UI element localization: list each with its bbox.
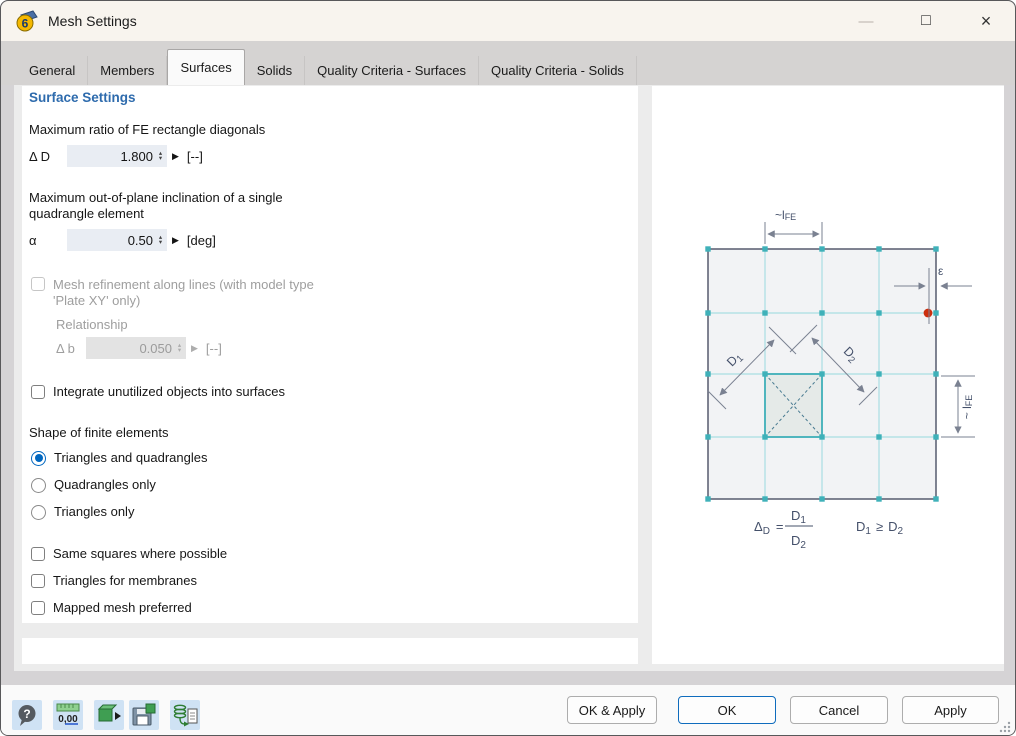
svg-text:D2: D2 (791, 533, 806, 551)
integrate-row: Integrate unutilized objects into surfac… (31, 384, 285, 400)
ratio-row: Δ D ▴▾ ▶ [--] (29, 145, 203, 167)
shape-option-row: Triangles only (31, 504, 134, 520)
inclination-unit: [deg] (187, 233, 216, 248)
relationship-row: Δ b ▴▾ ▶ [--] (56, 337, 222, 359)
radio-label: Triangles only (54, 504, 134, 520)
empty-strip (22, 638, 638, 664)
inclination-spinner[interactable]: ▴▾ (154, 229, 167, 251)
svg-text:ΔD=: ΔD= (754, 519, 784, 537)
spin-down-icon[interactable]: ▾ (159, 156, 162, 161)
tab-strip: General Members Surfaces Solids Quality … (1, 41, 1015, 85)
apply-button[interactable]: Apply (902, 696, 999, 724)
cancel-button[interactable]: Cancel (790, 696, 888, 724)
radio-label: Triangles and quadrangles (54, 450, 207, 466)
checkbox-row: Mapped mesh preferred (31, 600, 192, 616)
tab-quality-criteria-surfaces[interactable]: Quality Criteria - Surfaces (305, 56, 479, 85)
inclination-flyout-arrow-icon[interactable]: ▶ (172, 235, 179, 246)
checkbox-row: Triangles for membranes (31, 573, 197, 589)
svg-text:D1≥D2: D1≥D2 (856, 519, 903, 537)
checkbox-row: Same squares where possible (31, 546, 227, 562)
svg-text:D1: D1 (791, 508, 806, 526)
relationship-label: Relationship (56, 317, 128, 333)
tab-surfaces[interactable]: Surfaces (167, 49, 244, 85)
checkbox-label: Same squares where possible (53, 546, 227, 562)
help-icon[interactable]: ? (12, 700, 42, 730)
ok-and-apply-button[interactable]: OK & Apply (567, 696, 657, 724)
section-title: Surface Settings (29, 90, 136, 105)
checkbox-label: Mapped mesh preferred (53, 600, 192, 616)
surface-settings-panel: Surface Settings Maximum ratio of FE rec… (22, 86, 638, 623)
transfer-settings-icon[interactable] (170, 700, 200, 730)
same-squares-checkbox[interactable] (31, 547, 45, 561)
formula: ΔD= D1 D2 D1≥D2 (754, 508, 903, 551)
tab-solids[interactable]: Solids (245, 56, 305, 85)
save-as-default-icon[interactable] (129, 700, 159, 730)
relationship-spinner: ▴▾ (173, 337, 186, 359)
quadrangles-only-radio[interactable] (31, 478, 46, 493)
integrate-objects-checkbox[interactable] (31, 385, 45, 399)
inclination-input-box: ▴▾ (67, 229, 167, 251)
red-node-dot (924, 309, 933, 318)
inclination-label: Maximum out-of-plane inclination of a si… (29, 190, 329, 223)
ratio-label: Maximum ratio of FE rectangle diagonals (29, 122, 265, 138)
ratio-input[interactable] (67, 145, 154, 167)
epsilon-label: ε (938, 264, 944, 278)
close-button[interactable]: × (964, 6, 1008, 36)
integrate-objects-label: Integrate unutilized objects into surfac… (53, 384, 285, 400)
inclination-row: α ▴▾ ▶ [deg] (29, 229, 216, 251)
shape-group-title: Shape of finite elements (29, 425, 168, 441)
ok-button[interactable]: OK (678, 696, 776, 724)
ratio-flyout-arrow-icon[interactable]: ▶ (172, 151, 179, 162)
inclination-symbol: α (29, 233, 67, 248)
relationship-input (86, 337, 173, 359)
load-default-settings-icon[interactable] (94, 700, 124, 730)
mesh-refinement-row: Mesh refinement along lines (with model … (31, 277, 345, 310)
window-title: Mesh Settings (48, 13, 137, 29)
radio-label: Quadrangles only (54, 477, 156, 493)
mesh-diagram: ~lFE ε ~ lFE (652, 86, 1004, 664)
top-dimension (765, 222, 822, 244)
surfaces-tab-page: Surface Settings Maximum ratio of FE rec… (14, 85, 1004, 671)
maximize-button[interactable]: □ (904, 6, 948, 36)
dialog-footer: ? 0,00 (1, 685, 1015, 736)
svg-text:6: 6 (22, 17, 29, 31)
mesh-refinement-checkbox[interactable] (31, 277, 45, 291)
minimize-button[interactable]: — (844, 6, 888, 36)
relationship-symbol: Δ b (56, 341, 86, 356)
spin-down-icon[interactable]: ▾ (159, 240, 162, 245)
tab-members[interactable]: Members (88, 56, 167, 85)
titlebar[interactable]: 6 Mesh Settings — □ × (1, 1, 1015, 41)
shape-option-row: Triangles and quadrangles (31, 450, 207, 466)
right-dimension-label: ~ lFE (960, 395, 974, 420)
decimal-places-icon[interactable]: 0,00 (53, 700, 83, 730)
spin-down-icon: ▾ (178, 348, 181, 353)
ratio-spinner[interactable]: ▴▾ (154, 145, 167, 167)
checkbox-label: Triangles for membranes (53, 573, 197, 589)
tab-quality-criteria-solids[interactable]: Quality Criteria - Solids (479, 56, 637, 85)
triangles-only-radio[interactable] (31, 505, 46, 520)
diagram-panel: ~lFE ε ~ lFE (652, 86, 1004, 664)
mesh-settings-dialog: 6 Mesh Settings — □ × General Members Su… (0, 0, 1016, 736)
triangles-for-membranes-checkbox[interactable] (31, 574, 45, 588)
top-dimension-label: ~lFE (775, 208, 796, 222)
relationship-flyout-arrow-icon: ▶ (191, 343, 198, 354)
relationship-input-box: ▴▾ (86, 337, 186, 359)
ratio-symbol: Δ D (29, 149, 67, 164)
relationship-unit: [--] (206, 341, 222, 356)
mesh-refinement-label: Mesh refinement along lines (with model … (53, 277, 345, 310)
ratio-input-box: ▴▾ (67, 145, 167, 167)
shape-option-row: Quadrangles only (31, 477, 156, 493)
tab-general[interactable]: General (17, 56, 88, 85)
ratio-unit: [--] (187, 149, 203, 164)
resize-grip[interactable] (999, 721, 1011, 733)
inclination-input[interactable] (67, 229, 154, 251)
mapped-mesh-checkbox[interactable] (31, 601, 45, 615)
svg-text:?: ? (23, 707, 30, 721)
triangles-and-quadrangles-radio[interactable] (31, 451, 46, 466)
rfem6-app-icon: 6 (15, 9, 39, 33)
